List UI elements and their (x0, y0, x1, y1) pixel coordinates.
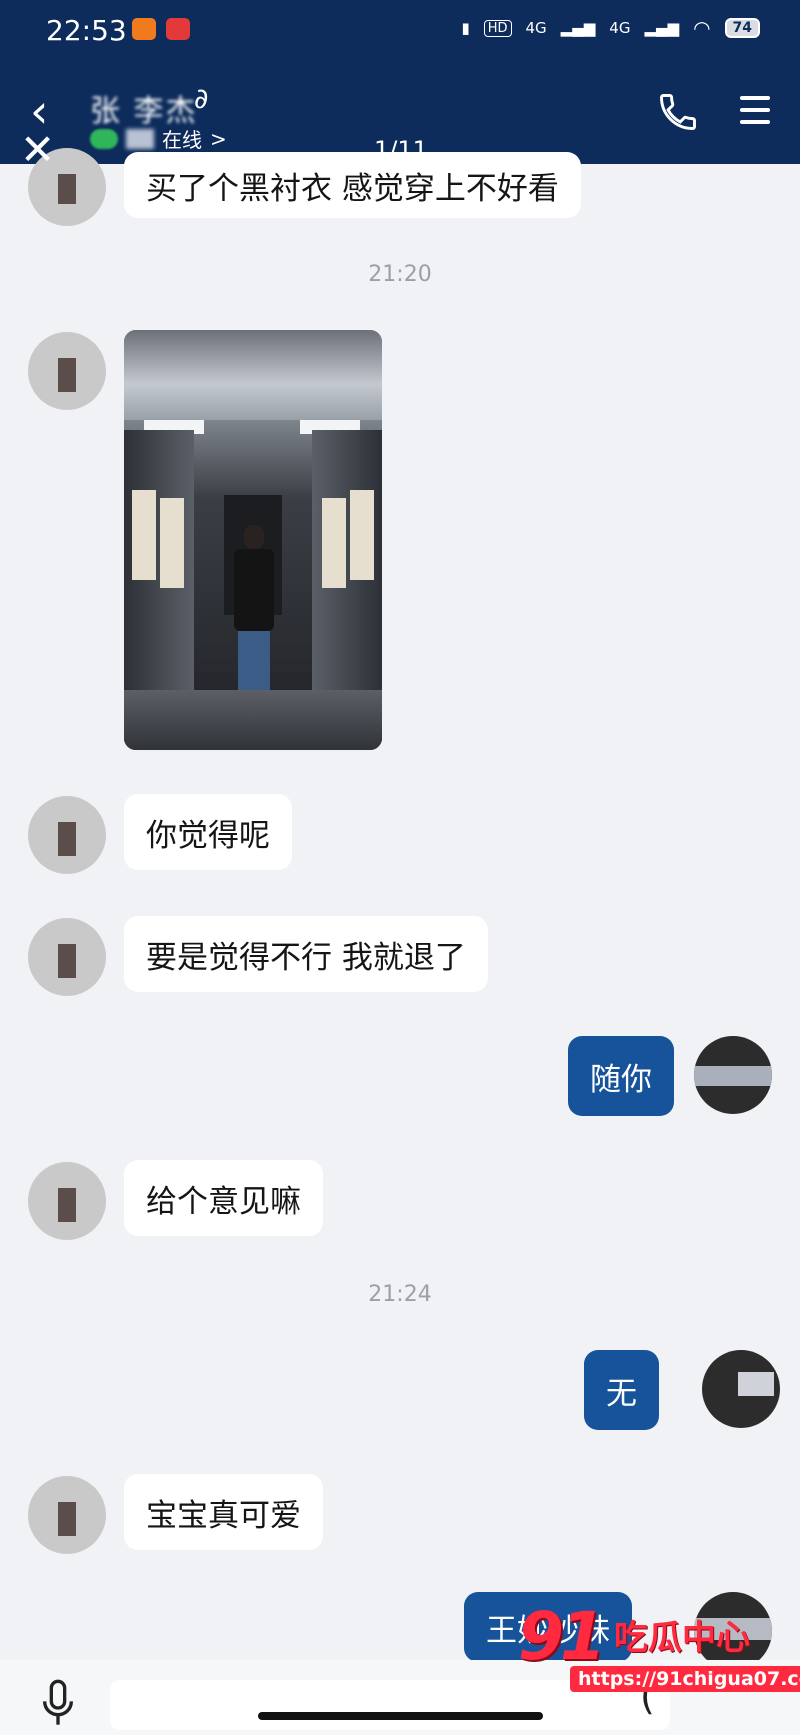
watermark-url: https://91chigua07.com (570, 1666, 800, 1692)
app-notification-icon (166, 18, 190, 40)
vibrate-icon: ▮ (461, 19, 470, 37)
contact-avatar[interactable] (28, 918, 106, 996)
wifi-icon: ◠ (693, 16, 711, 40)
image-message[interactable] (124, 330, 382, 750)
message-bubble-outgoing[interactable]: 无 (584, 1350, 659, 1430)
battery-indicator: 74 (724, 18, 760, 38)
user-avatar[interactable] (702, 1350, 780, 1428)
signal-icon: ▂▄▆ (644, 19, 680, 37)
contact-avatar[interactable] (28, 332, 106, 410)
app-notification-icon (132, 18, 156, 40)
redacted-block (126, 128, 154, 149)
phone-icon[interactable] (656, 90, 700, 134)
timestamp: 21:20 (368, 262, 432, 287)
chevron-right-icon: > (210, 126, 227, 151)
message-bubble-incoming[interactable]: 买了个黑衬衣 感觉穿上不好看 (124, 152, 581, 218)
network-label: 4G (525, 19, 547, 37)
timestamp: 21:24 (368, 1282, 432, 1307)
watermark-name: 吃瓜中心 (614, 1618, 750, 1658)
signal-icon: ▂▄▆ (560, 19, 596, 37)
contact-avatar[interactable] (28, 796, 106, 874)
online-status-row[interactable]: 在线 > (90, 124, 227, 153)
hd-badge: HD (483, 19, 512, 37)
contact-avatar[interactable] (28, 1162, 106, 1240)
menu-icon[interactable] (740, 96, 770, 132)
contact-avatar[interactable] (28, 1476, 106, 1554)
image-counter: 1/11 (374, 136, 428, 164)
message-bubble-incoming[interactable]: 给个意见嘛 (124, 1160, 323, 1236)
home-indicator (258, 1712, 543, 1720)
user-avatar[interactable] (694, 1036, 772, 1114)
message-bubble-incoming[interactable]: 宝宝真可爱 (124, 1474, 323, 1550)
close-icon[interactable]: ✕ (20, 129, 55, 171)
status-time: 22:53 (46, 14, 127, 47)
message-bubble-incoming[interactable]: 你觉得呢 (124, 794, 292, 870)
network-label: 4G (609, 19, 631, 37)
message-bubble-incoming[interactable]: 要是觉得不行 我就退了 (124, 916, 488, 992)
ear-icon[interactable]: ∂ (194, 82, 208, 115)
online-status-label: 在线 (162, 128, 202, 152)
message-bubble-outgoing[interactable]: 随你 (568, 1036, 674, 1116)
status-bar: 22:53 ▮ HD 4G ▂▄▆ 4G ▂▄▆ ◠ 74 (0, 0, 800, 68)
mic-icon[interactable] (38, 1678, 78, 1728)
watermark-number: 91 (518, 1598, 606, 1675)
online-status-icon (90, 128, 118, 149)
